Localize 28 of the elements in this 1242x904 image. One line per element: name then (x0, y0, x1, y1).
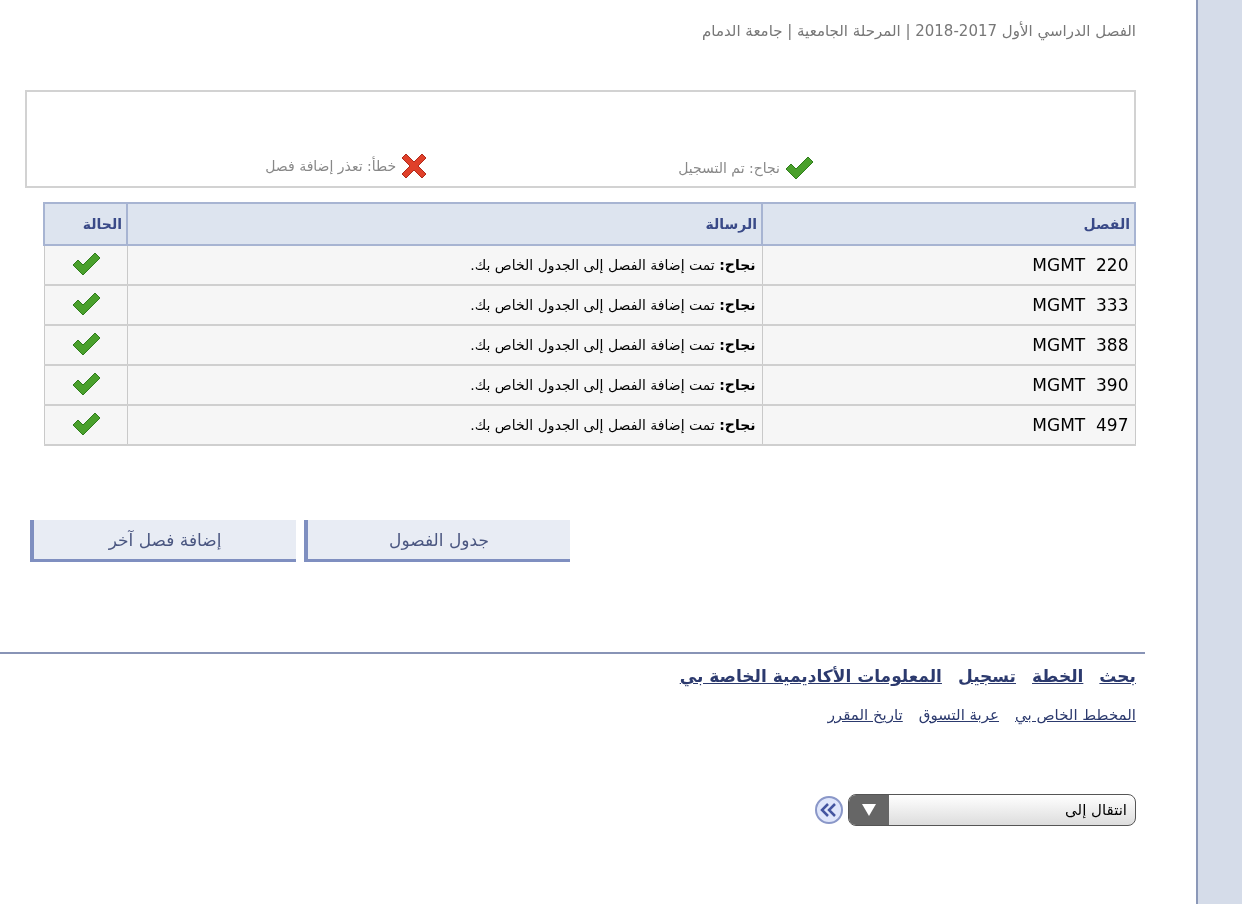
nav-link[interactable]: تاريخ المقرر (827, 706, 903, 724)
action-button[interactable]: إضافة فصل آخر (30, 520, 296, 562)
nav-link[interactable]: المعلومات الأكاديمية الخاصة بي (679, 666, 942, 686)
course-cell: MGMT 388 (762, 325, 1135, 365)
legend-label: نجاح: تم التسجيل (678, 160, 780, 176)
course-cell: MGMT 497 (762, 405, 1135, 445)
course-cell: MGMT 390 (762, 365, 1135, 405)
legend-label: خطأ: تعذر إضافة فصل (265, 158, 397, 174)
message-cell: نجاح: تمت إضافة الفصل إلى الجدول الخاص بك. (127, 405, 762, 445)
course-cell: MGMT 333 (762, 285, 1135, 325)
column-header: الحالة (44, 203, 127, 245)
term-heading: الفصل الدراسي الأول 2017-2018 | المرحلة الجامعية | جامعة الدمام (701, 20, 1136, 43)
jump-dropdown[interactable]: انتقال إلى (848, 794, 1136, 826)
action-button[interactable]: جدول الفصول (304, 520, 570, 562)
nav-link[interactable]: المخطط الخاص بي (1015, 706, 1136, 724)
message-cell: نجاح: تمت إضافة الفصل إلى الجدول الخاص بك. (127, 325, 762, 365)
nav-link[interactable]: الخطة (1032, 666, 1084, 686)
course-cell: MGMT 220 (762, 245, 1135, 285)
column-header: الفصل (762, 203, 1135, 245)
message-cell: نجاح: تمت إضافة الفصل إلى الجدول الخاص بك. (127, 365, 762, 405)
nav-link[interactable]: عربة التسوق (918, 706, 999, 724)
message-cell: نجاح: تمت إضافة الفصل إلى الجدول الخاص بك. (127, 285, 762, 325)
column-header: الرسالة (127, 203, 762, 245)
message-cell: نجاح: تمت إضافة الفصل إلى الجدول الخاص بك. (127, 245, 762, 285)
nav-link[interactable]: بحث (1099, 666, 1136, 686)
dropdown-arrow-icon (861, 803, 877, 817)
nav-link[interactable]: تسجيل (957, 666, 1016, 686)
double-chevron-icon[interactable] (814, 795, 844, 825)
